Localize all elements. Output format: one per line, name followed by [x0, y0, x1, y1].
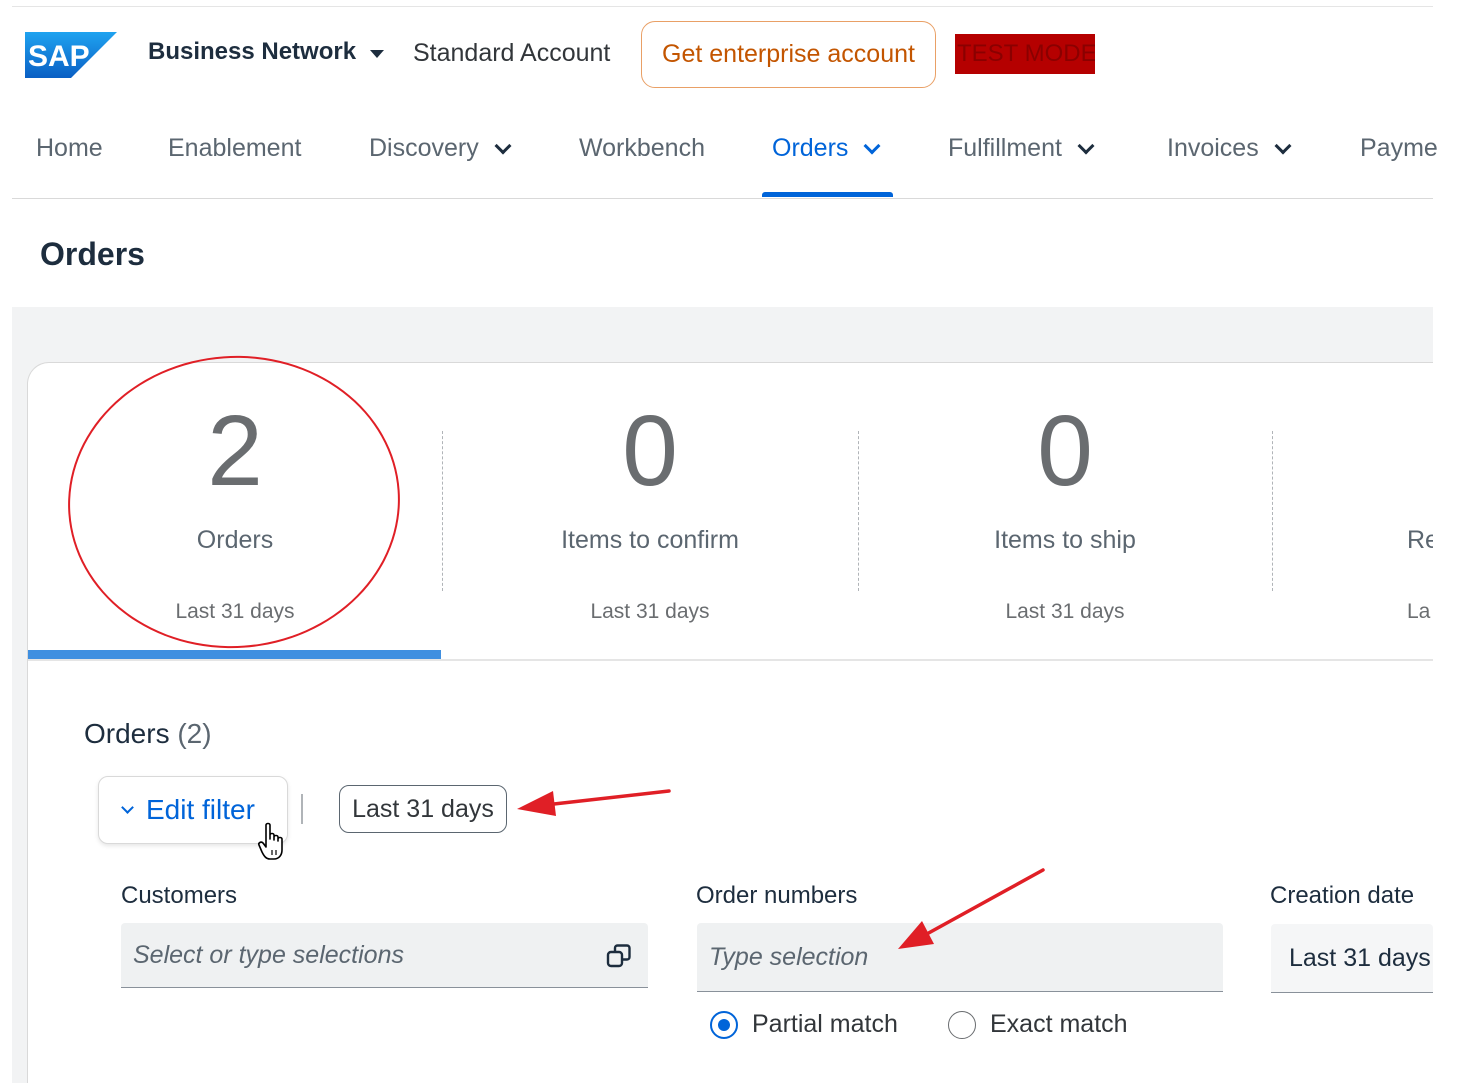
tiles-divider — [28, 659, 1433, 661]
sap-logo[interactable]: SAP — [25, 32, 117, 78]
kpi-label: Items to confirm — [561, 526, 739, 554]
nav-fulfillment-label: Fulfillment — [948, 134, 1062, 162]
nav-invoices-label: Invoices — [1167, 134, 1259, 162]
nav-discovery-label: Discovery — [369, 134, 479, 162]
nav-orders[interactable]: Orders — [772, 134, 884, 163]
nav-home-label: Home — [36, 134, 103, 162]
filter-chip-date[interactable]: Last 31 days — [339, 785, 507, 833]
top-divider — [12, 6, 1433, 7]
kpi-tile-items-to-confirm[interactable]: 0 Items to confirm Last 31 days — [443, 363, 857, 659]
customers-placeholder: Select or type selections — [133, 940, 404, 969]
test-mode-badge: TEST MODE — [955, 34, 1095, 74]
nav-active-indicator — [762, 192, 893, 197]
kpi-active-indicator — [28, 650, 441, 659]
product-name: Business Network — [148, 38, 357, 65]
kpi-period: Last 31 days — [1005, 600, 1125, 623]
chevron-down-icon — [1077, 137, 1095, 154]
filter-separator — [301, 794, 303, 824]
chevron-down-icon — [863, 137, 881, 154]
account-type: Standard Account — [413, 39, 611, 67]
order-numbers-placeholder: Type selection — [709, 942, 869, 971]
nav-invoices[interactable]: Invoices — [1167, 134, 1295, 163]
nav-payments[interactable]: Payme — [1360, 134, 1438, 163]
nav-workbench[interactable]: Workbench — [579, 134, 705, 163]
chevron-down-icon — [494, 137, 512, 154]
nav-fulfillment[interactable]: Fulfillment — [948, 134, 1098, 163]
nav-home[interactable]: Home — [36, 134, 103, 163]
kpi-period: La — [1407, 600, 1431, 623]
creation-date-label: Creation date — [1270, 882, 1415, 909]
orders-list-count: (2) — [177, 718, 212, 749]
kpi-label: Re — [1407, 526, 1433, 554]
creation-date-select[interactable]: Last 31 days — [1271, 924, 1433, 993]
kpi-tile-partial[interactable]: Re La — [1273, 363, 1433, 659]
nav-orders-label: Orders — [772, 134, 849, 162]
kpi-tile-items-to-ship[interactable]: 0 Items to ship Last 31 days — [858, 363, 1272, 659]
caret-down-icon — [370, 50, 385, 58]
get-enterprise-account-button[interactable]: Get enterprise account — [641, 21, 936, 88]
exact-match-radio[interactable]: Exact match — [948, 1010, 1128, 1039]
order-numbers-input[interactable]: Type selection — [697, 923, 1223, 992]
sap-logo-text: SAP — [28, 40, 90, 73]
partial-match-radio[interactable]: Partial match — [710, 1010, 898, 1039]
creation-date-value: Last 31 days — [1289, 943, 1431, 972]
hand-cursor-icon — [258, 822, 283, 860]
kpi-label: Items to ship — [994, 526, 1136, 554]
customers-input[interactable]: Select or type selections — [121, 923, 648, 988]
nav-enablement-label: Enablement — [168, 134, 302, 162]
edit-filter-label: Edit filter — [146, 794, 255, 825]
nav-workbench-label: Workbench — [579, 134, 705, 162]
radio-unselected-icon — [948, 1010, 976, 1039]
partial-match-label: Partial match — [752, 1010, 898, 1038]
kpi-period: Last 31 days — [590, 600, 710, 623]
exact-match-label: Exact match — [990, 1010, 1128, 1038]
chevron-down-icon — [121, 800, 134, 814]
orders-list-title: Orders (2) — [84, 718, 212, 750]
nav-discovery[interactable]: Discovery — [369, 134, 515, 163]
radio-selected-icon — [710, 1010, 738, 1039]
orders-list-title-text: Orders — [84, 718, 170, 749]
main-nav: Home Enablement Discovery Workbench Orde… — [0, 120, 1438, 200]
nav-payments-label: Payme — [1360, 134, 1438, 162]
nav-enablement[interactable]: Enablement — [168, 134, 301, 163]
page-title: Orders — [40, 236, 145, 272]
nav-divider — [12, 198, 1433, 199]
customers-label: Customers — [121, 882, 238, 909]
chevron-down-icon — [1274, 137, 1292, 154]
kpi-value: 0 — [622, 395, 678, 507]
value-help-icon[interactable] — [606, 943, 632, 969]
kpi-value: 0 — [1037, 395, 1093, 507]
order-numbers-label: Order numbers — [696, 882, 858, 909]
product-switcher[interactable]: Business Network — [148, 38, 385, 66]
